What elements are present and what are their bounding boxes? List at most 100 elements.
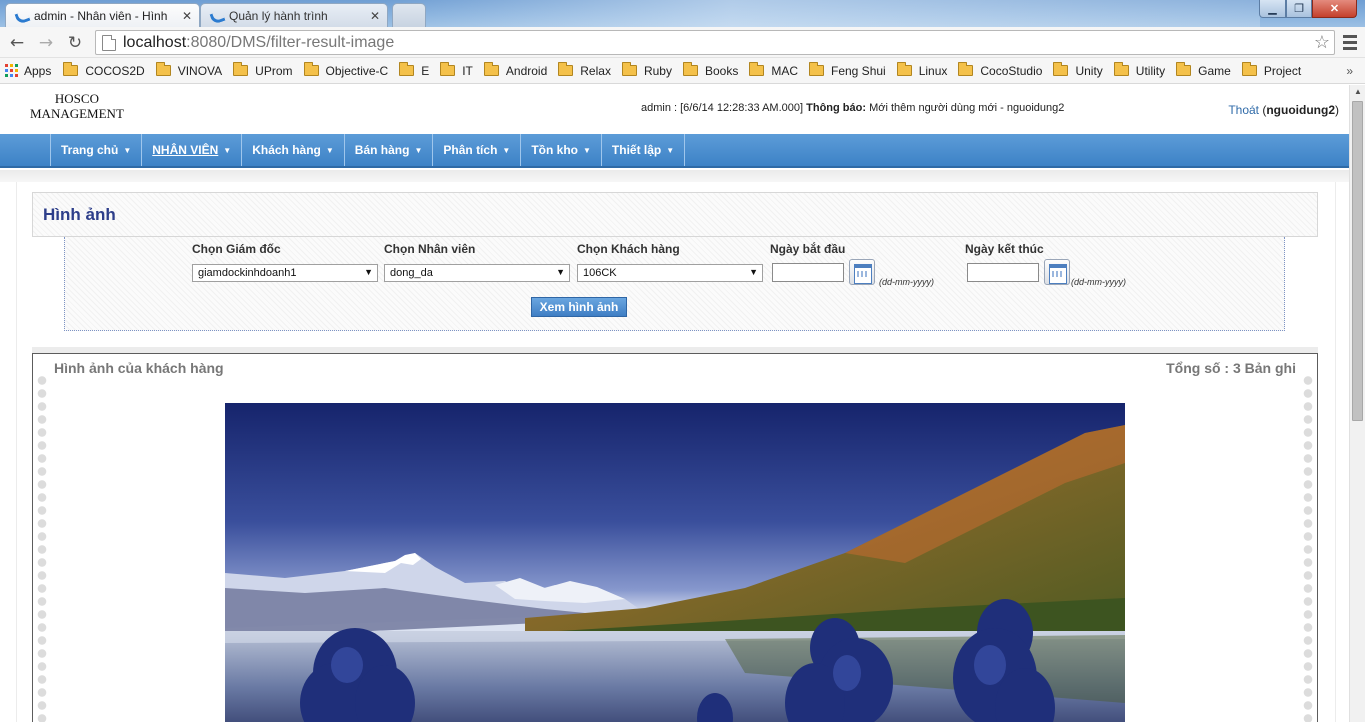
dropdown-arrow-icon: ▼ (556, 267, 565, 277)
nav-item-analysis[interactable]: Phân tích ▼ (433, 134, 522, 166)
bookmark-folder[interactable]: Utility (1113, 60, 1171, 82)
calendar-icon[interactable] (1044, 259, 1070, 285)
employee-select[interactable]: dong_da ▼ (384, 264, 570, 282)
calendar-icon[interactable] (849, 259, 875, 285)
forward-arrow-icon[interactable]: → (35, 32, 57, 54)
bookmark-label: VINOVA (177, 63, 223, 78)
results-count: Tổng số : 3 Bản ghi (1166, 360, 1296, 376)
bookmark-label: UProm (255, 63, 293, 78)
bookmarks-bar: Apps COCOS2D VINOVA UProm Objective-C E … (0, 58, 1365, 84)
section-header: Hình ảnh (32, 192, 1318, 237)
bookmark-folder[interactable]: E (399, 60, 435, 82)
reload-icon[interactable]: ↻ (64, 32, 86, 54)
page-title: Hình ảnh (43, 204, 116, 224)
bookmark-folder[interactable]: CocoStudio (958, 60, 1048, 82)
bookmark-folder[interactable]: Unity (1053, 60, 1108, 82)
folder-icon (1113, 62, 1129, 76)
close-window-icon[interactable]: ✕ (1312, 0, 1357, 18)
caret-down-icon: ▼ (583, 145, 591, 155)
star-icon[interactable]: ☆ (1310, 32, 1334, 53)
brand-logo: HOSCO MANAGEMENT (30, 91, 124, 121)
director-select[interactable]: giamdockinhdoanh1 ▼ (192, 264, 378, 282)
browser-tabstrip: admin - Nhân viên - Hình ✕ Quản lý hành … (0, 0, 1365, 27)
tab-close-icon[interactable]: ✕ (369, 9, 381, 23)
bookmark-folder[interactable]: Relax (558, 60, 617, 82)
nav-item-settings[interactable]: Thiết lập ▼ (602, 134, 686, 166)
bookmark-label: IT (462, 63, 473, 78)
bookmark-folder[interactable]: Android (483, 60, 553, 82)
folder-icon (1241, 62, 1257, 76)
folder-icon (155, 62, 171, 76)
landscape-image (225, 403, 1125, 722)
url-text[interactable]: localhost:8080/DMS/filter-result-image (123, 34, 1310, 52)
bookmark-label: Relax (580, 63, 611, 78)
main-navbar: Trang chủ ▼ NHÂN VIÊN ▼ Khách hàng ▼ Bán hà… (0, 134, 1349, 168)
caret-down-icon: ▼ (123, 145, 132, 155)
scroll-up-icon[interactable]: ▲ (1350, 87, 1365, 96)
folder-icon (1176, 62, 1192, 76)
tab-inactive[interactable]: Quản lý hành trình ✕ (200, 3, 388, 27)
bookmark-folder[interactable]: Objective-C (303, 60, 395, 82)
tab-close-icon[interactable]: ✕ (181, 9, 193, 23)
bookmark-folder[interactable]: IT (440, 60, 479, 82)
caret-down-icon: ▼ (666, 145, 675, 155)
logout-link[interactable]: Thoát (1228, 103, 1259, 117)
folder-icon (809, 62, 824, 76)
decorative-dots-left (37, 374, 47, 722)
folder-icon (558, 62, 574, 76)
customer-label: Chọn Khách hàng (577, 242, 680, 256)
scrollbar-thumb[interactable] (1352, 101, 1363, 421)
bookmarks-overflow-icon[interactable]: » (1346, 64, 1353, 78)
user-area: Thoát (nguoidung2) (1228, 103, 1339, 117)
folder-icon (63, 62, 79, 76)
address-bar[interactable]: localhost:8080/DMS/filter-result-image ☆ (95, 30, 1335, 55)
folder-icon (440, 62, 456, 76)
hamburger-menu-icon[interactable] (1341, 33, 1359, 51)
nav-label: Khách hàng (252, 143, 321, 157)
new-tab-button[interactable] (392, 3, 426, 27)
nav-item-inventory[interactable]: Tồn kho ▼ (521, 134, 602, 166)
bookmark-label: Objective-C (325, 63, 389, 78)
nav-label: NHÂN VIÊN (152, 143, 219, 157)
bookmark-folder[interactable]: UProm (233, 60, 298, 82)
nav-item-customers[interactable]: Khách hàng ▼ (242, 134, 345, 166)
bookmark-folder[interactable]: Game (1176, 60, 1237, 82)
customer-select[interactable]: 106CK ▼ (577, 264, 763, 282)
bookmark-folder[interactable]: Linux (896, 60, 954, 82)
decorative-dots-right (1303, 374, 1313, 722)
bookmark-folder[interactable]: VINOVA (155, 60, 228, 82)
nav-label: Thiết lập (611, 143, 662, 157)
folder-icon (749, 62, 765, 76)
notification-bar: admin : [6/6/14 12:28:33 AM.000] Thông b… (641, 102, 1064, 114)
bookmark-folder[interactable]: Ruby (621, 60, 678, 82)
bookmark-apps[interactable]: Apps (5, 60, 57, 82)
page-scrollbar[interactable]: ▲ (1349, 85, 1365, 722)
minimize-icon[interactable]: ▁ (1259, 0, 1286, 18)
bookmark-folder[interactable]: MAC (749, 60, 804, 82)
bookmark-label: Unity (1075, 63, 1103, 78)
customer-photo[interactable] (225, 403, 1125, 722)
tab-active[interactable]: admin - Nhân viên - Hình ✕ (5, 3, 200, 27)
back-arrow-icon[interactable]: ← (6, 32, 28, 54)
director-value: giamdockinhdoanh1 (198, 267, 297, 279)
start-date-hint: (dd-mm-yyyy) (879, 277, 934, 287)
folder-icon (958, 62, 974, 76)
bookmark-folder[interactable]: COCOS2D (63, 60, 150, 82)
view-images-button[interactable]: Xem hình ảnh (531, 297, 627, 317)
director-label: Chọn Giám đốc (192, 242, 281, 256)
start-date-input[interactable] (772, 263, 844, 282)
nav-item-employees[interactable]: NHÂN VIÊN ▼ (142, 134, 243, 166)
notice-timestamp: admin : [6/6/14 12:28:33 AM.000] (641, 102, 804, 114)
apps-grid-icon (5, 64, 18, 77)
folder-icon (399, 62, 415, 76)
browser-toolbar: ← → ↻ localhost:8080/DMS/filter-result-i… (0, 27, 1365, 58)
maximize-icon[interactable]: ❐ (1286, 0, 1312, 18)
nav-item-home[interactable]: Trang chủ ▼ (51, 134, 143, 166)
folder-icon (621, 62, 637, 76)
bookmark-folder[interactable]: Books (682, 60, 744, 82)
bookmark-folder[interactable]: Project (1241, 60, 1307, 82)
bookmark-folder[interactable]: Feng Shui (809, 60, 892, 82)
end-date-input[interactable] (967, 263, 1039, 282)
nav-item-sales[interactable]: Bán hàng ▼ (345, 134, 434, 166)
end-date-label: Ngày kết thúc (965, 242, 1044, 256)
